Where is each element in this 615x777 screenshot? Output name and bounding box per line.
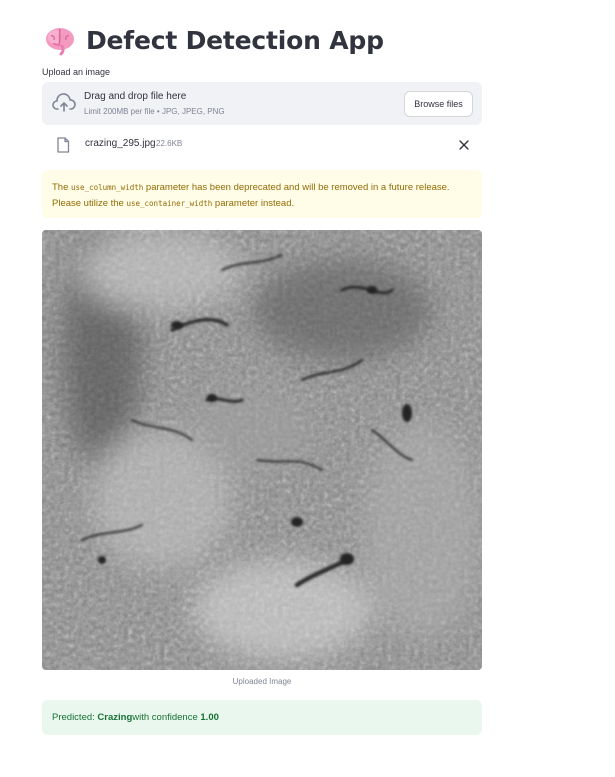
browse-files-button[interactable]: Browse files	[404, 91, 473, 117]
cloud-upload-icon	[52, 93, 76, 112]
prediction-result: Predicted: Crazing with confidence 1.00	[42, 700, 482, 735]
uploader-label: Upload an image	[42, 67, 111, 77]
dropzone-limit: Limit 200MB per file • JPG, JPEG, PNG	[84, 107, 225, 116]
app-page: Defect Detection App Upload an image Dra…	[0, 0, 615, 777]
uploaded-image	[42, 230, 482, 670]
file-size: 22.6KB	[156, 139, 183, 148]
warning-text-3: parameter instead.	[212, 198, 295, 209]
result-middle: with confidence	[132, 712, 198, 723]
file-dropzone[interactable]: Drag and drop file here Limit 200MB per …	[42, 82, 482, 125]
uploaded-file-item: crazing_295.jpg 22.6KB	[42, 133, 482, 157]
predicted-label: Crazing	[97, 712, 133, 723]
file-icon	[57, 137, 70, 153]
dropzone-instructions: Drag and drop file here	[84, 91, 187, 102]
page-title: Defect Detection App	[44, 20, 384, 60]
warning-code-2: use_container_width	[126, 199, 213, 208]
warning-text-1: The	[52, 182, 72, 193]
crazing-surface-image	[42, 230, 482, 670]
confidence-value: 1.00	[200, 712, 219, 723]
app-title: Defect Detection App	[86, 25, 384, 55]
close-icon[interactable]	[458, 139, 470, 151]
result-prefix: Predicted:	[52, 712, 95, 723]
image-caption: Uploaded Image	[232, 677, 292, 686]
warning-code-1: use_column_width	[71, 183, 144, 192]
file-name: crazing_295.jpg	[85, 138, 156, 149]
deprecation-warning: The use_column_width parameter has been …	[42, 170, 482, 218]
brain-emoji-icon	[46, 28, 74, 56]
